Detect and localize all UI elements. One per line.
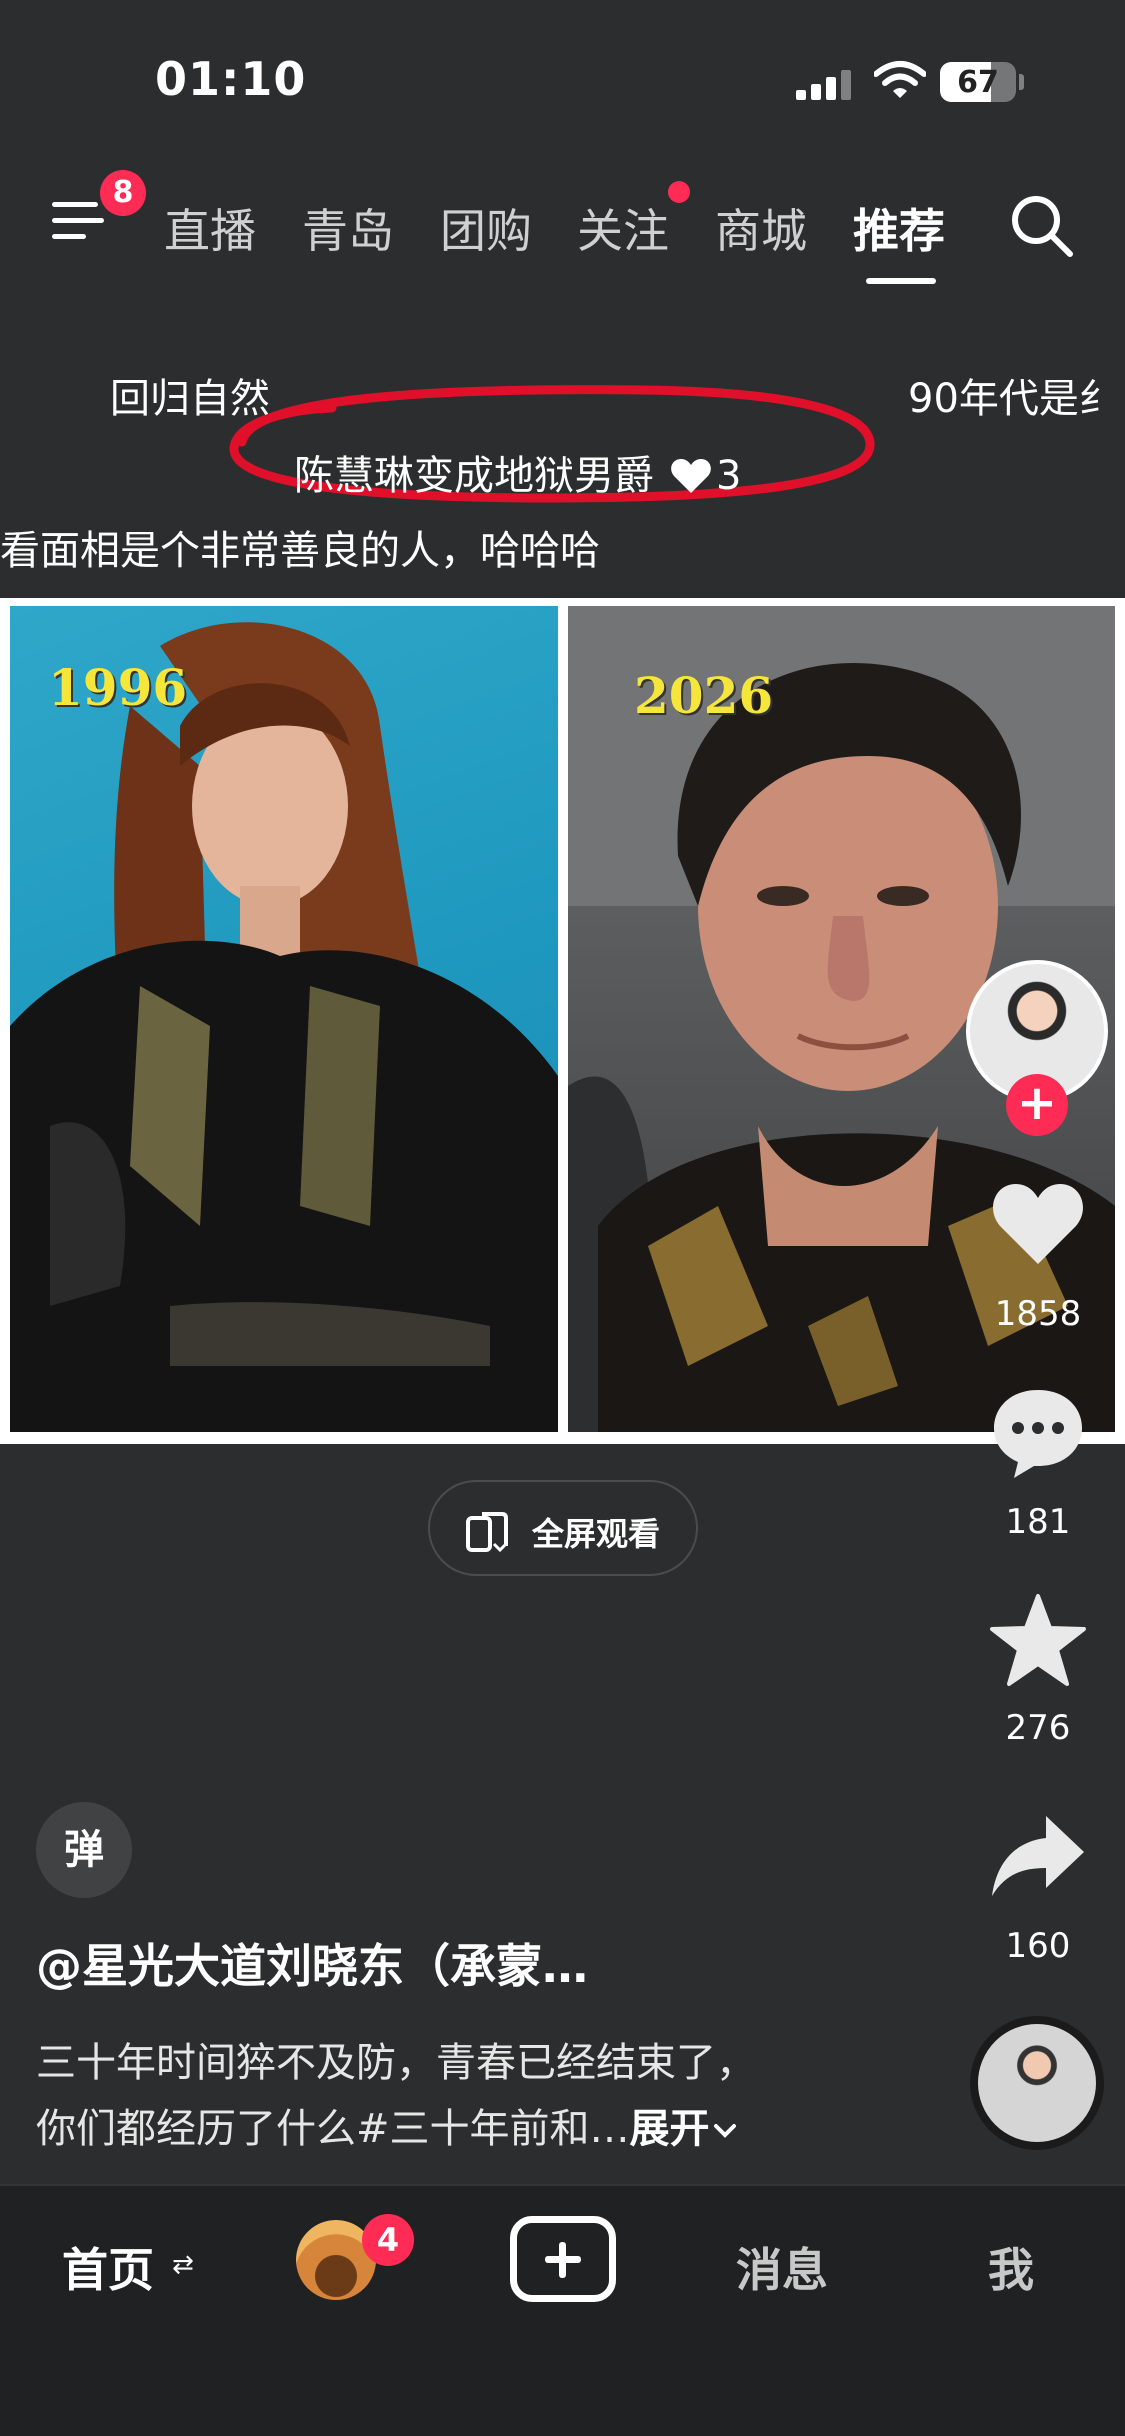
tab-me[interactable]: 我 (988, 2234, 1034, 2300)
danmaku-highlighted-comment: 陈慧琳变成地狱男爵 3 (294, 443, 741, 501)
tab-messages[interactable]: 消息 (736, 2234, 828, 2300)
tab-group-buy[interactable]: 团购 (440, 195, 532, 261)
star-icon[interactable] (990, 1592, 1086, 1688)
portrait-young-man-illustration (10, 622, 558, 1432)
favorite-count: 276 (1005, 1708, 1071, 1748)
create-plus-icon[interactable] (510, 2216, 616, 2302)
wifi-icon (874, 61, 926, 98)
menu-icon[interactable] (52, 198, 104, 244)
share-icon[interactable] (990, 1810, 1086, 1906)
year-label-right: 2026 (634, 666, 774, 725)
heart-icon (671, 459, 711, 493)
caption-line-2: 你们都经历了什么#三十年前和…展开 (36, 2096, 936, 2162)
battery-percent: 67 (957, 65, 999, 100)
tab-local-city[interactable]: 青岛 (302, 195, 394, 261)
bottom-tab-bar: 首页 ⇄ 4 消息 我 (0, 2184, 1125, 2436)
status-time: 01:10 (155, 52, 307, 106)
cellular-signal-icon (796, 70, 852, 100)
comment-count: 181 (1005, 1502, 1071, 1542)
photo-1996: 1996 (10, 606, 558, 1432)
tab-recommended[interactable]: 推荐 (853, 195, 945, 261)
fullscreen-label: 全屏观看 (532, 1515, 661, 1553)
author-name[interactable]: @星光大道刘晓东（承蒙… (36, 1930, 588, 1996)
caption-line-2-text: 你们都经历了什么#三十年前和… (36, 2106, 630, 2152)
year-label-left: 1996 (48, 658, 188, 717)
follow-plus-button[interactable]: + (1006, 1074, 1068, 1136)
danmaku-highlighted-text: 陈慧琳变成地狱男爵 (294, 453, 654, 499)
search-icon[interactable] (1008, 192, 1076, 260)
post-caption[interactable]: 三十年时间猝不及防，青春已经结束了， 你们都经历了什么#三十年前和…展开 (36, 2030, 936, 2162)
tab-following[interactable]: 关注 (577, 195, 669, 261)
chevron-down-icon (713, 2124, 736, 2138)
tab-mall[interactable]: 商城 (715, 195, 807, 261)
share-count: 160 (1005, 1926, 1071, 1966)
video-media[interactable]: 1996 2026 (0, 598, 1125, 1444)
music-disc[interactable] (970, 2016, 1104, 2150)
menu-notification-badge: 8 (100, 170, 146, 216)
fullscreen-icon (466, 1512, 508, 1553)
friends-notification-badge: 4 (362, 2214, 414, 2266)
like-count: 1858 (994, 1294, 1082, 1334)
danmaku-like-count: 3 (716, 453, 742, 499)
tab-home[interactable]: 首页 (62, 2234, 154, 2300)
active-tab-indicator (866, 278, 936, 284)
following-new-dot (668, 181, 690, 203)
heart-icon[interactable] (990, 1176, 1086, 1272)
battery-indicator: 67 (940, 62, 1016, 102)
refresh-toggle-icon[interactable]: ⇄ (172, 2250, 194, 2280)
danmaku-comment: 看面相是个非常善良的人，哈哈哈 (0, 528, 600, 574)
danmaku-toggle-button[interactable]: 弹 (36, 1802, 132, 1898)
comment-icon[interactable] (990, 1384, 1086, 1480)
danmaku-comment: 90年代是纟 (908, 376, 1119, 422)
tab-live[interactable]: 直播 (164, 195, 256, 261)
caption-line-1: 三十年时间猝不及防，青春已经结束了， (36, 2040, 756, 2086)
battery-nub (1019, 74, 1024, 90)
expand-link[interactable]: 展开 (630, 2106, 710, 2152)
fullscreen-button[interactable]: 全屏观看 (428, 1480, 698, 1576)
